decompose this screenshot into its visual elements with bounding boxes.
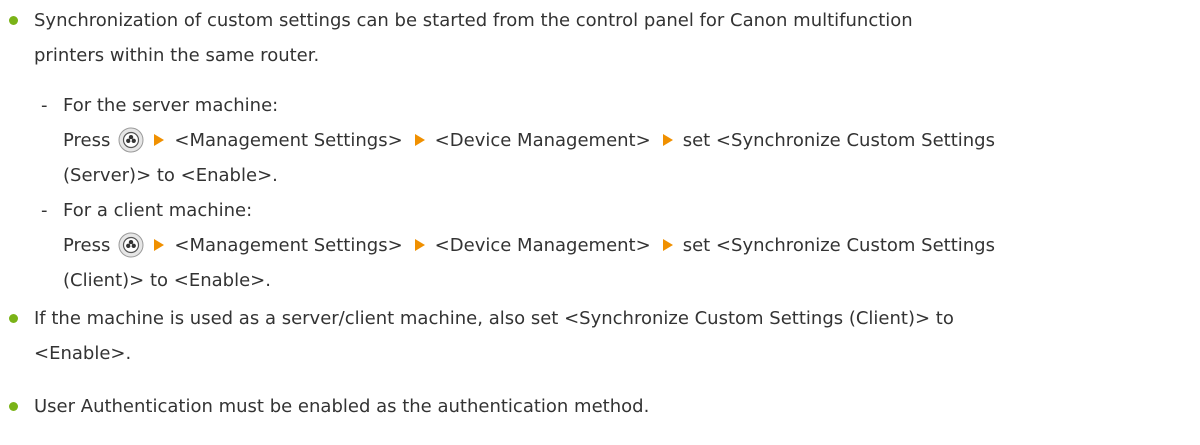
bullet-item-synchronization: Synchronization of custom settings can b… (0, 3, 1200, 73)
step-continuation: (Server)> to <Enable>. (63, 165, 278, 186)
arrow-right-icon (154, 134, 165, 146)
step-device-management: <Device Management> (434, 130, 651, 151)
step-set-synchronize: set <Synchronize Custom Settings (682, 130, 995, 151)
document-body: Synchronization of custom settings can b… (0, 0, 1200, 445)
step-device-management: <Device Management> (434, 235, 651, 256)
sub-item-heading: For the server machine: (63, 95, 279, 116)
arrow-right-icon (662, 134, 673, 146)
bullet-dot-icon (9, 402, 18, 411)
procedure-steps: Press <Management Settings> <Device Manag… (63, 123, 1200, 158)
press-label: Press (63, 130, 111, 151)
arrow-right-icon (414, 239, 425, 251)
bullet-text-line: printers within the same router. (34, 45, 320, 66)
bullet-text-line: Synchronization of custom settings can b… (34, 10, 913, 31)
sub-item-dash: - (41, 200, 48, 221)
arrow-right-icon (414, 134, 425, 146)
arrow-right-icon (662, 239, 673, 251)
step-management-settings: <Management Settings> (174, 130, 403, 151)
step-set-synchronize: set <Synchronize Custom Settings (682, 235, 995, 256)
sub-item-dash: - (41, 95, 48, 116)
sub-item-heading: For a client machine: (63, 200, 253, 221)
arrow-right-icon (154, 239, 165, 251)
bullet-item-user-authentication: User Authentication must be enabled as t… (0, 389, 1200, 424)
home-key-icon (118, 127, 144, 152)
press-label: Press (63, 235, 111, 256)
step-management-settings: <Management Settings> (174, 235, 403, 256)
bullet-text-line: <Enable>. (34, 343, 132, 364)
sub-item-server: - For the server machine: Press <Managem… (0, 88, 1200, 193)
bullet-dot-icon (9, 16, 18, 25)
sub-item-client: - For a client machine: Press <Managemen… (0, 193, 1200, 298)
bullet-text-line: If the machine is used as a server/clien… (34, 308, 954, 329)
bullet-dot-icon (9, 314, 18, 323)
home-key-icon (118, 232, 144, 257)
procedure-steps: Press <Management Settings> <Device Manag… (63, 228, 1200, 263)
step-continuation: (Client)> to <Enable>. (63, 270, 271, 291)
bullet-item-server-client: If the machine is used as a server/clien… (0, 301, 1200, 371)
bullet-text-line: User Authentication must be enabled as t… (34, 396, 650, 417)
